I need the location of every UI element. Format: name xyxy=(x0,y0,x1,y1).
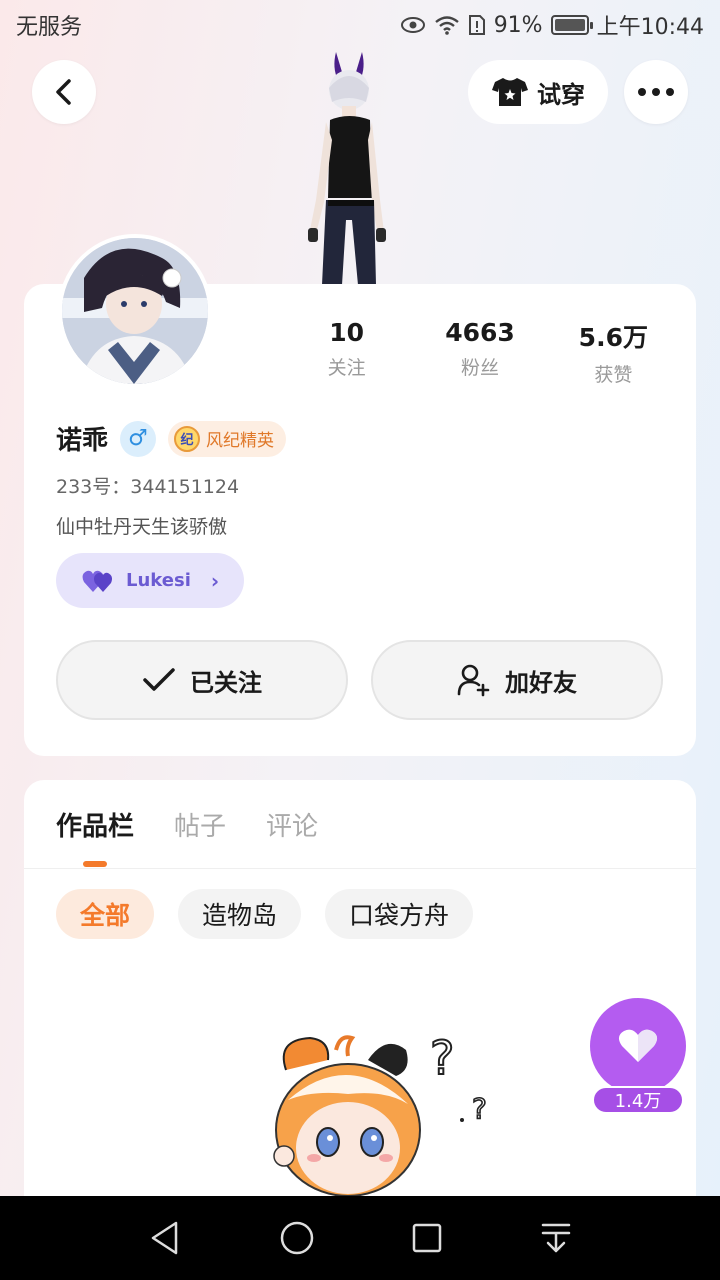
status-bar: 无服务 91% 上午10:44 xyxy=(0,0,720,50)
add-user-icon xyxy=(457,664,490,697)
followed-label: 已关注 xyxy=(190,668,262,697)
user-id: 233号：344151124 xyxy=(56,476,240,498)
avatar[interactable] xyxy=(58,234,212,388)
stat-value: 10 xyxy=(329,318,365,347)
more-dots-icon xyxy=(638,88,674,96)
sim-alert-icon xyxy=(468,15,485,35)
system-nav-bar xyxy=(0,1196,720,1280)
stat-value: 4663 xyxy=(445,318,515,347)
try-on-button[interactable]: 试穿 xyxy=(468,60,608,124)
badge-emblem-icon: 纪 xyxy=(174,425,201,452)
tab-comments[interactable]: 评论 xyxy=(266,806,318,843)
more-button[interactable] xyxy=(624,60,688,124)
carrier-label: 无服务 xyxy=(16,15,83,40)
nav-notification-icon[interactable] xyxy=(540,1221,572,1255)
filter-all[interactable]: 全部 xyxy=(56,889,155,939)
tab-works[interactable]: 作品栏 xyxy=(56,806,134,843)
like-button[interactable] xyxy=(590,998,686,1094)
tab-posts[interactable]: 帖子 xyxy=(174,806,226,843)
status-icons: 91% 上午10:44 xyxy=(400,9,704,41)
title-badge[interactable]: 纪 风纪精英 xyxy=(168,420,287,457)
nav-back-icon[interactable] xyxy=(148,1220,182,1256)
double-heart-icon xyxy=(82,570,112,592)
eye-icon xyxy=(400,17,425,33)
stat-following[interactable]: 10 关注 xyxy=(280,318,413,387)
tshirt-icon xyxy=(492,78,528,106)
battery-icon xyxy=(550,15,593,35)
chevron-left-icon xyxy=(56,79,71,105)
user-name: 诺乖 xyxy=(56,426,109,456)
stat-label: 获赞 xyxy=(594,364,633,386)
filter-creation-island[interactable]: 造物岛 xyxy=(178,889,302,939)
user-bio: 仙中牡丹天生该骄傲 xyxy=(56,516,228,538)
guild-button[interactable]: Lukesi › xyxy=(56,553,244,608)
heart-icon xyxy=(618,1029,658,1062)
wifi-icon xyxy=(434,16,459,35)
stat-value: 5.6万 xyxy=(578,323,648,352)
stat-likes[interactable]: 5.6万 获赞 xyxy=(547,318,680,387)
filter-pocket-ark[interactable]: 口袋方舟 xyxy=(325,889,474,939)
svg-text:?: ? xyxy=(430,1031,454,1085)
nav-recents-icon[interactable] xyxy=(411,1222,443,1254)
add-friend-label: 加好友 xyxy=(505,668,577,697)
back-button[interactable] xyxy=(32,60,96,124)
clock: 上午10:44 xyxy=(596,15,704,40)
name-row: 诺乖 ♂ 纪 风纪精英 xyxy=(56,420,287,457)
male-icon: ♂ xyxy=(120,420,157,457)
profile-stats: 10 关注 4663 粉丝 5.6万 获赞 xyxy=(280,318,680,387)
tab-indicator xyxy=(83,861,107,867)
svg-text:?: ? xyxy=(472,1092,487,1125)
stat-followers[interactable]: 4663 粉丝 xyxy=(413,318,546,387)
empty-state-mascot: ? ? xyxy=(273,1030,488,1197)
chevron-right-icon: › xyxy=(210,568,220,593)
battery-percent: 91% xyxy=(493,12,543,38)
stat-label: 粉丝 xyxy=(460,357,499,379)
filter-chips: 全部 造物岛 口袋方舟 xyxy=(56,889,474,939)
works-tabs: 作品栏 帖子 评论 xyxy=(56,806,318,843)
like-count: 1.4万 xyxy=(592,1086,684,1114)
avatar-image xyxy=(62,238,208,384)
tab-divider xyxy=(24,868,696,869)
add-friend-button[interactable]: 加好友 xyxy=(371,640,663,720)
followed-button[interactable]: 已关注 xyxy=(56,640,348,720)
check-icon xyxy=(143,668,175,691)
try-on-label: 试穿 xyxy=(537,80,585,109)
nav-home-icon[interactable] xyxy=(279,1220,315,1256)
badge-label: 风纪精英 xyxy=(206,431,275,451)
stat-label: 关注 xyxy=(327,357,366,379)
character-figure xyxy=(308,52,386,285)
guild-name: Lukesi xyxy=(126,570,191,591)
